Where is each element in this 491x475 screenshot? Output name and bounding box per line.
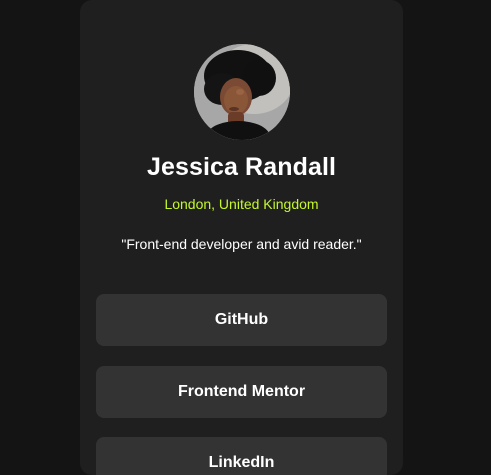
- profile-name: Jessica Randall: [146, 153, 337, 181]
- github-button[interactable]: GitHub: [96, 294, 387, 346]
- profile-card: Jessica Randall London, United Kingdom "…: [80, 0, 403, 475]
- avatar-image: [194, 44, 290, 140]
- linkedin-button[interactable]: LinkedIn: [96, 437, 387, 475]
- frontend-mentor-button[interactable]: Frontend Mentor: [96, 366, 387, 418]
- profile-location: London, United Kingdom: [164, 196, 319, 212]
- avatar: [194, 44, 290, 140]
- profile-bio: "Front-end developer and avid reader.": [121, 236, 362, 252]
